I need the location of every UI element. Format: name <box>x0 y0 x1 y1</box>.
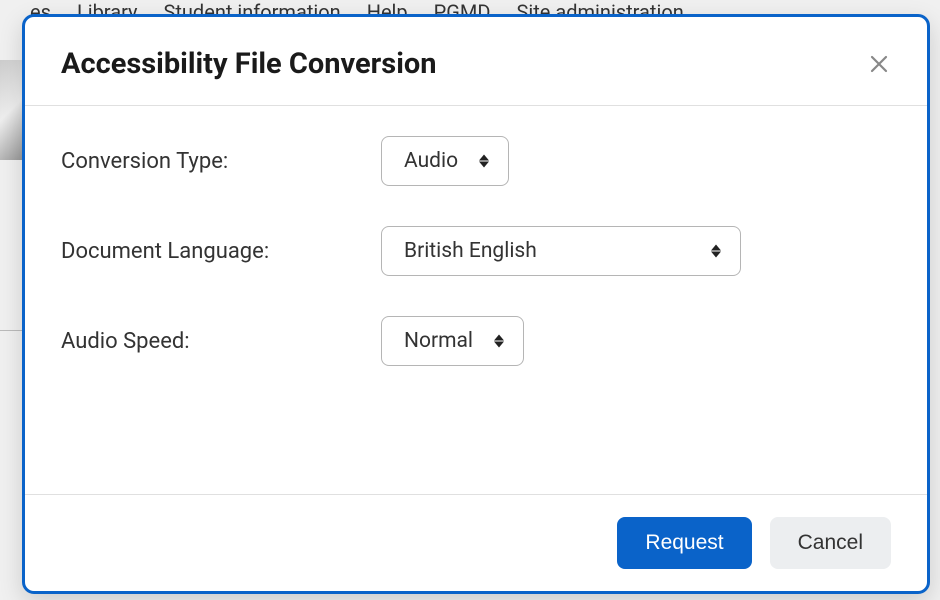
close-button[interactable] <box>863 48 895 80</box>
audio-speed-select[interactable]: Normal <box>381 316 524 366</box>
conversion-type-value: Audio <box>381 136 509 186</box>
document-language-row: Document Language: British English <box>61 226 891 276</box>
dialog-footer: Request Cancel <box>25 495 927 591</box>
background-divider <box>0 330 22 331</box>
conversion-type-select[interactable]: Audio <box>381 136 509 186</box>
close-icon <box>870 55 888 73</box>
dialog-body: Conversion Type: Audio Document Language… <box>25 106 927 494</box>
cancel-button[interactable]: Cancel <box>770 517 891 569</box>
document-language-value: British English <box>381 226 741 276</box>
audio-speed-label: Audio Speed: <box>61 329 381 354</box>
dialog-header: Accessibility File Conversion <box>25 17 927 105</box>
dialog-title: Accessibility File Conversion <box>61 47 437 81</box>
document-language-select[interactable]: British English <box>381 226 741 276</box>
conversion-type-row: Conversion Type: Audio <box>61 136 891 186</box>
audio-speed-value: Normal <box>381 316 524 366</box>
background-image-fragment <box>0 60 22 160</box>
audio-speed-row: Audio Speed: Normal <box>61 316 891 366</box>
accessibility-conversion-dialog: Accessibility File Conversion Conversion… <box>22 14 930 594</box>
document-language-label: Document Language: <box>61 239 381 264</box>
request-button[interactable]: Request <box>617 517 751 569</box>
conversion-type-label: Conversion Type: <box>61 149 381 174</box>
